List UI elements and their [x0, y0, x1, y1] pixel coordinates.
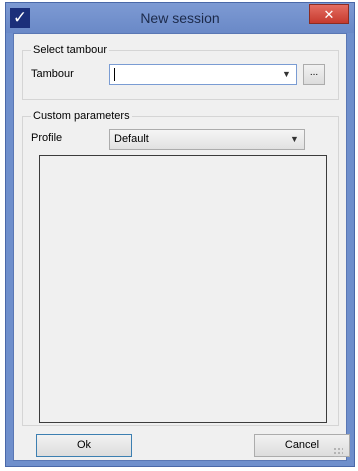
- new-session-window: ✓ New session ✕ Select tambour Tambour ▼…: [5, 2, 355, 467]
- parameters-panel[interactable]: [39, 155, 327, 423]
- text-caret: [114, 68, 115, 81]
- custom-parameters-group-label: Custom parameters: [31, 110, 132, 122]
- window-title: New session: [140, 10, 220, 26]
- resize-grip-icon[interactable]: [333, 447, 343, 457]
- browse-button[interactable]: ...: [303, 64, 325, 85]
- profile-value: Default: [114, 133, 149, 145]
- chevron-down-icon[interactable]: ▼: [279, 67, 294, 82]
- chevron-down-icon[interactable]: ▼: [287, 132, 302, 147]
- select-tambour-group: Select tambour Tambour ▼ ...: [22, 44, 339, 100]
- profile-combobox[interactable]: Default ▼: [109, 129, 305, 150]
- custom-parameters-group: Custom parameters Profile Default ▼: [22, 110, 339, 426]
- ok-button[interactable]: Ok: [36, 434, 132, 457]
- close-button[interactable]: ✕: [309, 4, 349, 24]
- profile-label: Profile: [31, 132, 63, 144]
- select-tambour-group-label: Select tambour: [31, 44, 109, 56]
- tambour-label: Tambour: [31, 68, 74, 80]
- tambour-combobox[interactable]: ▼: [109, 64, 297, 85]
- title-bar[interactable]: ✓ New session ✕: [6, 3, 354, 33]
- dialog-client-area: Select tambour Tambour ▼ ... Custom para…: [13, 33, 350, 461]
